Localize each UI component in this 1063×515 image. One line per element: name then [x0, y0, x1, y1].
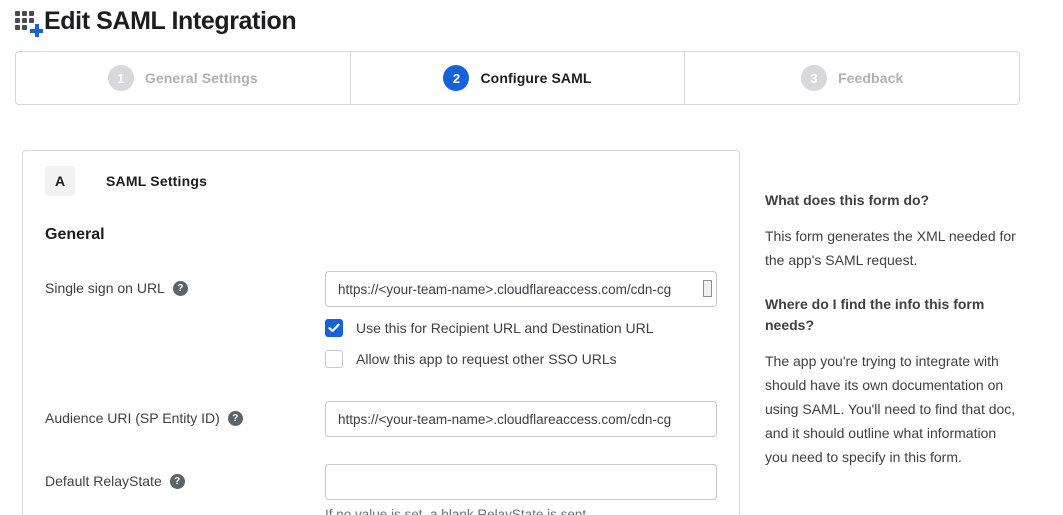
- single-sign-on-url-input[interactable]: [325, 271, 717, 307]
- help-icon[interactable]: ?: [173, 281, 188, 296]
- wizard-steps: 1 General Settings 2 Configure SAML 3 Fe…: [15, 51, 1020, 105]
- general-group-title: General: [45, 226, 717, 244]
- checkbox-row-other-sso-urls: Allow this app to request other SSO URLs: [325, 350, 717, 368]
- help-sidebar: What does this form do? This form genera…: [765, 150, 1017, 469]
- help-icon[interactable]: ?: [170, 474, 185, 489]
- field-row-audience-uri: Audience URI (SP Entity ID) ?: [45, 401, 717, 437]
- step-configure-saml[interactable]: 2 Configure SAML: [350, 52, 685, 104]
- checkbox-label: Allow this app to request other SSO URLs: [356, 351, 617, 367]
- step-label: Configure SAML: [480, 70, 591, 86]
- field-label: Audience URI (SP Entity ID): [45, 410, 220, 426]
- field-label: Single sign on URL: [45, 280, 165, 296]
- help-heading: What does this form do?: [765, 190, 1017, 211]
- field-label: Default RelayState: [45, 473, 162, 489]
- step-label: General Settings: [145, 70, 258, 86]
- help-body: The app you're trying to integrate with …: [765, 349, 1017, 469]
- page-title: Edit SAML Integration: [44, 7, 296, 36]
- section-header: A SAML Settings: [45, 166, 717, 196]
- saml-settings-panel: A SAML Settings General Single sign on U…: [22, 150, 740, 515]
- relaystate-helper-text: If no value is set, a blank RelayState i…: [325, 507, 717, 515]
- step-number-badge: 1: [108, 65, 134, 91]
- help-section-where: Where do I find the info this form needs…: [765, 294, 1017, 469]
- app-grid-plus-icon: [15, 8, 42, 35]
- page-header: Edit SAML Integration: [0, 0, 1063, 36]
- help-body: This form generates the XML needed for t…: [765, 224, 1017, 272]
- default-relaystate-input[interactable]: [325, 464, 717, 500]
- step-number-badge: 3: [801, 65, 827, 91]
- step-general-settings[interactable]: 1 General Settings: [16, 52, 350, 104]
- text-cursor: [703, 280, 712, 297]
- checkbox-label: Use this for Recipient URL and Destinati…: [356, 320, 654, 336]
- check-icon: [328, 322, 340, 334]
- help-heading: Where do I find the info this form needs…: [765, 294, 1017, 336]
- recipient-url-checkbox[interactable]: [325, 319, 343, 337]
- help-icon[interactable]: ?: [228, 411, 243, 426]
- step-feedback[interactable]: 3 Feedback: [684, 52, 1019, 104]
- step-number-badge: 2: [443, 65, 469, 91]
- checkbox-row-recipient-url: Use this for Recipient URL and Destinati…: [325, 319, 717, 337]
- main-content: A SAML Settings General Single sign on U…: [22, 150, 1063, 515]
- step-label: Feedback: [838, 70, 903, 86]
- section-badge-a: A: [45, 166, 75, 196]
- help-section-what: What does this form do? This form genera…: [765, 190, 1017, 272]
- audience-uri-input[interactable]: [325, 401, 717, 437]
- field-row-single-sign-on-url: Single sign on URL ? Use this for Recipi…: [45, 271, 717, 368]
- section-title: SAML Settings: [106, 173, 207, 189]
- field-row-default-relaystate: Default RelayState ? If no value is set,…: [45, 464, 717, 515]
- other-sso-urls-checkbox[interactable]: [325, 350, 343, 368]
